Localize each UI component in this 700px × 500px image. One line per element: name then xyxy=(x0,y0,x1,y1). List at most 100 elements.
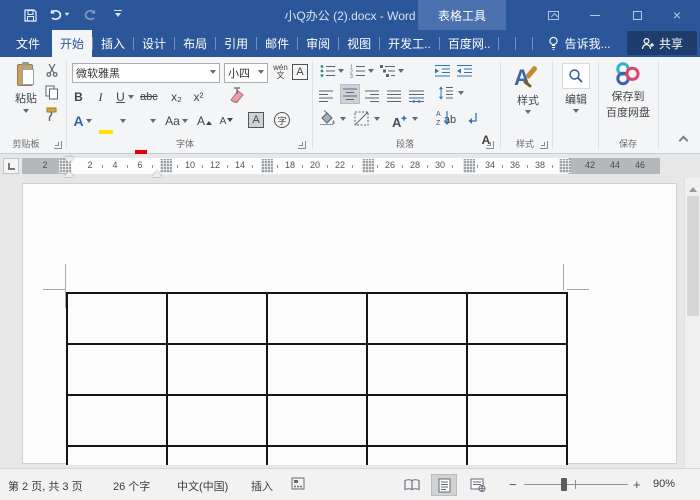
table-cell[interactable] xyxy=(68,447,168,465)
ribbon-tab[interactable]: 引用 xyxy=(216,30,256,57)
redo-icon[interactable] xyxy=(80,5,100,25)
font-name-dropdown-icon[interactable] xyxy=(210,70,216,77)
borders-dropdown-icon[interactable] xyxy=(374,117,380,124)
decrease-indent-button[interactable] xyxy=(434,64,451,78)
shading-button[interactable] xyxy=(318,110,336,126)
qat-customize-icon[interactable] xyxy=(108,5,128,25)
undo-dropdown-icon[interactable] xyxy=(65,12,70,18)
enclose-characters-button[interactable]: 字 xyxy=(274,112,290,128)
ribbon-display-options-icon[interactable] xyxy=(538,6,568,24)
editing-dropdown-icon[interactable] xyxy=(573,109,579,116)
table-cell[interactable] xyxy=(168,294,268,345)
maximize-icon[interactable] xyxy=(622,6,652,24)
increase-indent-button[interactable] xyxy=(456,64,473,78)
borders-button[interactable] xyxy=(354,111,369,126)
zoom-in-button[interactable]: + xyxy=(633,477,641,492)
share-button[interactable]: 共享 xyxy=(627,31,697,55)
strikethrough-button[interactable]: abc xyxy=(140,87,158,107)
zoom-out-button[interactable]: − xyxy=(509,477,517,492)
change-case-dropdown-icon[interactable] xyxy=(182,119,188,126)
phonetic-guide-button[interactable]: wén 文 xyxy=(272,62,289,82)
multilevel-list-button[interactable] xyxy=(380,64,396,78)
ribbon-tab[interactable]: 邮件 xyxy=(257,30,297,57)
character-shading-button[interactable]: A xyxy=(248,112,264,128)
distribute-button[interactable] xyxy=(408,86,425,106)
numbering-button[interactable]: 123 xyxy=(350,64,366,78)
zoom-slider-thumb[interactable] xyxy=(561,478,567,491)
bullets-dropdown-icon[interactable] xyxy=(338,69,344,76)
font-dialog-launcher[interactable] xyxy=(298,141,306,149)
bold-button[interactable]: B xyxy=(70,87,87,107)
save-icon[interactable] xyxy=(20,5,40,25)
ribbon-tab[interactable]: 百度网.. xyxy=(440,30,499,57)
grow-font-button[interactable]: A xyxy=(196,111,213,131)
word-count[interactable]: 26 个字 xyxy=(113,478,150,494)
character-border-button[interactable]: A xyxy=(292,64,308,80)
context-tab[interactable] xyxy=(499,30,515,57)
align-right-button[interactable] xyxy=(364,86,381,106)
ribbon-tab[interactable]: 插入 xyxy=(93,30,133,57)
table-column-marker[interactable] xyxy=(559,159,571,173)
font-name-combo[interactable]: 微软雅黑 xyxy=(72,63,220,83)
show-hide-marks-button[interactable] xyxy=(464,111,479,125)
table-column-marker[interactable] xyxy=(362,159,374,173)
document-table[interactable] xyxy=(66,292,568,465)
read-mode-button[interactable] xyxy=(399,474,425,496)
styles-dropdown-icon[interactable] xyxy=(525,110,531,117)
table-column-marker[interactable] xyxy=(463,159,475,173)
page-indicator[interactable]: 第 2 页, 共 3 页 xyxy=(8,478,83,494)
underline-dropdown-icon[interactable] xyxy=(128,95,134,102)
multilevel-dropdown-icon[interactable] xyxy=(398,69,404,76)
language-indicator[interactable]: 中文(中国) xyxy=(177,478,228,494)
ribbon-tab[interactable]: 视图 xyxy=(339,30,379,57)
collapse-ribbon-button[interactable] xyxy=(680,137,690,143)
context-tab[interactable] xyxy=(516,30,532,57)
hanging-indent-marker[interactable] xyxy=(64,166,74,177)
print-layout-button[interactable] xyxy=(431,474,457,496)
scroll-up-icon[interactable] xyxy=(689,183,697,192)
insert-mode-indicator[interactable]: 插入 xyxy=(251,478,273,494)
change-case-button[interactable]: Aa xyxy=(164,111,181,131)
cut-button[interactable] xyxy=(45,63,60,77)
table-cell[interactable] xyxy=(368,294,468,345)
tab-file[interactable]: 文件 xyxy=(4,30,52,57)
table-cell[interactable] xyxy=(268,294,368,345)
paste-button[interactable]: 粘贴 xyxy=(8,62,44,116)
tell-me-box[interactable]: 告诉我... xyxy=(541,30,616,57)
sort-button[interactable]: AZ xyxy=(436,109,452,126)
text-effects-button[interactable]: A xyxy=(70,111,87,131)
subscript-button[interactable]: x₂ xyxy=(168,87,185,107)
table-cell[interactable] xyxy=(68,294,168,345)
font-color-dropdown-icon[interactable] xyxy=(150,119,156,126)
text-effects-dropdown-icon[interactable] xyxy=(86,119,92,126)
superscript-button[interactable]: x² xyxy=(190,87,207,107)
numbering-dropdown-icon[interactable] xyxy=(368,69,374,76)
web-layout-button[interactable] xyxy=(465,474,491,496)
macro-record-button[interactable] xyxy=(291,477,305,490)
cell-right-indent-marker[interactable] xyxy=(152,166,162,177)
italic-button[interactable]: I xyxy=(92,87,109,107)
line-spacing-button[interactable] xyxy=(438,86,454,100)
clear-formatting-button[interactable] xyxy=(228,87,246,103)
tab-selector-box[interactable] xyxy=(3,158,19,174)
zoom-slider-track[interactable] xyxy=(524,484,628,485)
ribbon-tab[interactable]: 开发工.. xyxy=(380,30,439,57)
styles-button[interactable]: A 样式 xyxy=(508,63,548,117)
underline-button[interactable]: U xyxy=(112,87,129,107)
font-size-dropdown-icon[interactable] xyxy=(258,70,264,77)
document-page[interactable] xyxy=(22,183,677,464)
ribbon-tab[interactable]: 开始 xyxy=(52,30,92,57)
paragraph-dialog-launcher[interactable] xyxy=(486,141,494,149)
paste-dropdown-icon[interactable] xyxy=(23,109,29,116)
justify-button[interactable] xyxy=(386,86,403,106)
table-cell[interactable] xyxy=(268,345,368,396)
table-cell[interactable] xyxy=(268,447,368,465)
save-to-baidu-button[interactable]: 保存到 百度网盘 xyxy=(602,61,654,120)
table-cell[interactable] xyxy=(168,345,268,396)
ribbon-tab[interactable]: 布局 xyxy=(175,30,215,57)
font-size-combo[interactable]: 小四 xyxy=(224,63,268,83)
ribbon-tab[interactable]: 设计 xyxy=(134,30,174,57)
table-cell[interactable] xyxy=(68,396,168,447)
close-icon[interactable]: × xyxy=(662,6,692,24)
table-cell[interactable] xyxy=(468,345,568,396)
